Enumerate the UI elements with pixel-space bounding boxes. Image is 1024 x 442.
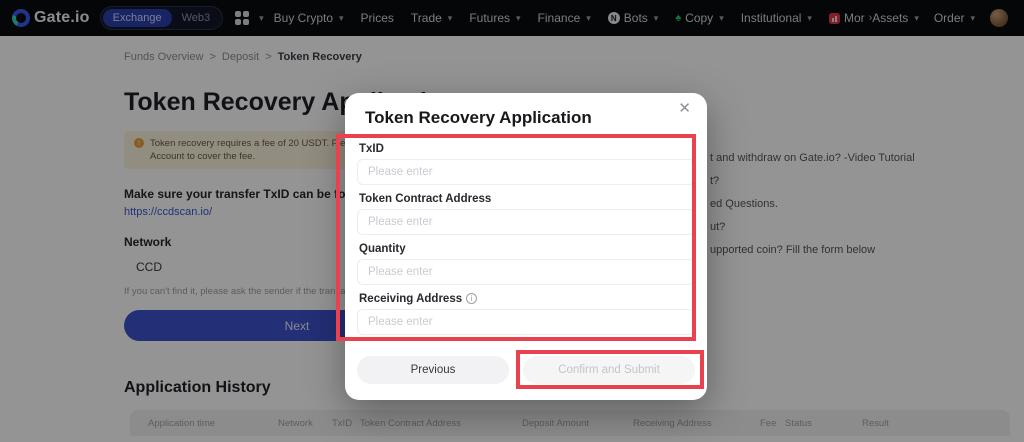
modal-title: Token Recovery Application: [365, 108, 592, 128]
quantity-label: Quantity: [359, 243, 406, 255]
gate-io-screen: Gate.io Exchange Web3 Buy Crypto Prices …: [0, 0, 1024, 442]
info-icon[interactable]: i: [466, 293, 477, 304]
token-recovery-modal: Token Recovery Application ✕ TxID Token …: [345, 93, 707, 400]
close-icon[interactable]: ✕: [678, 101, 691, 116]
token-contract-address-label: Token Contract Address: [359, 193, 491, 205]
receiving-address-input[interactable]: [357, 309, 695, 335]
token-contract-address-input[interactable]: [357, 209, 695, 235]
confirm-and-submit-button[interactable]: Confirm and Submit: [523, 356, 695, 384]
txid-input[interactable]: [357, 159, 695, 185]
receiving-address-label: Receiving Addressi: [359, 293, 477, 305]
quantity-input[interactable]: [357, 259, 695, 285]
txid-label: TxID: [359, 143, 384, 155]
previous-button[interactable]: Previous: [357, 356, 509, 384]
